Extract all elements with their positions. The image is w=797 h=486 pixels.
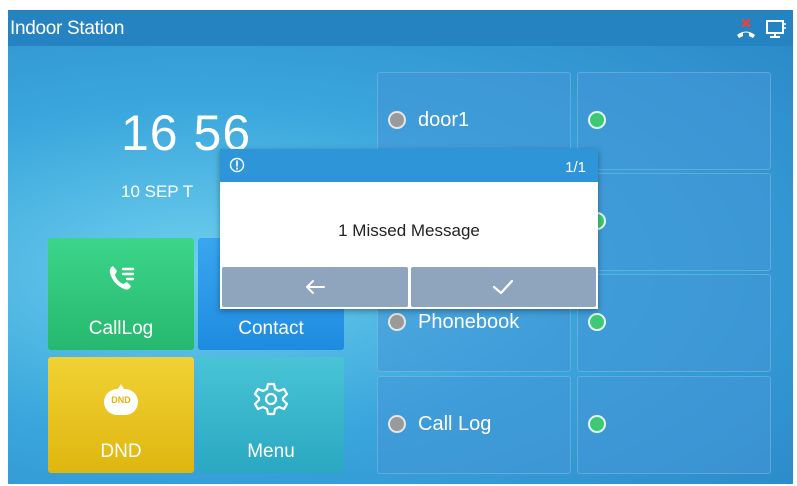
back-arrow-icon	[304, 278, 326, 301]
dnd-tile-label: DND	[100, 441, 142, 462]
calllog-tile[interactable]: CallLog	[48, 238, 194, 350]
contact-tile-label: Contact	[238, 318, 304, 339]
door-status-icon	[388, 111, 406, 129]
dialog-header: 1/1	[220, 149, 598, 182]
grid-cell-empty[interactable]	[577, 72, 771, 170]
grid-cell-empty[interactable]	[577, 173, 771, 271]
dialog-message: 1 Missed Message	[338, 221, 480, 240]
grid-cell-label: door1	[418, 109, 470, 131]
network-icon[interactable]	[765, 18, 787, 45]
menu-tile[interactable]: Menu	[198, 357, 344, 473]
app-title: Indoor Station	[10, 18, 125, 39]
grid-cell-calllog[interactable]: Call Log	[377, 376, 571, 474]
missed-call-icon[interactable]	[734, 18, 758, 45]
grid-cell-label: Call Log	[418, 413, 492, 435]
check-icon	[491, 277, 515, 302]
missed-message-dialog: 1/1 1 Missed Message	[220, 149, 598, 309]
edit-icon	[588, 111, 606, 129]
info-icon	[229, 157, 245, 178]
dialog-page-counter: 1/1	[565, 159, 586, 176]
back-button[interactable]	[222, 267, 408, 307]
grid-cell-empty[interactable]	[577, 274, 771, 372]
title-bar: Indoor Station	[8, 10, 793, 46]
menu-tile-label: Menu	[247, 441, 295, 462]
indoor-station-screen: Indoor Station 16 56 10 SEP T CallLog Co…	[8, 10, 793, 484]
grid-cell-empty[interactable]	[577, 376, 771, 474]
dnd-tile[interactable]: DND DND	[48, 357, 194, 473]
phone-list-icon	[105, 262, 137, 299]
grid-cell-label: Phonebook	[418, 311, 520, 333]
edit-icon	[588, 313, 606, 331]
calllog-tile-label: CallLog	[88, 318, 154, 339]
edit-icon	[588, 415, 606, 433]
phonebook-status-icon	[388, 313, 406, 331]
confirm-button[interactable]	[411, 267, 596, 307]
gear-icon	[253, 381, 289, 422]
calllog-status-icon	[388, 415, 406, 433]
clock-date: 10 SEP T	[121, 182, 194, 201]
dnd-badge: DND	[111, 395, 131, 405]
